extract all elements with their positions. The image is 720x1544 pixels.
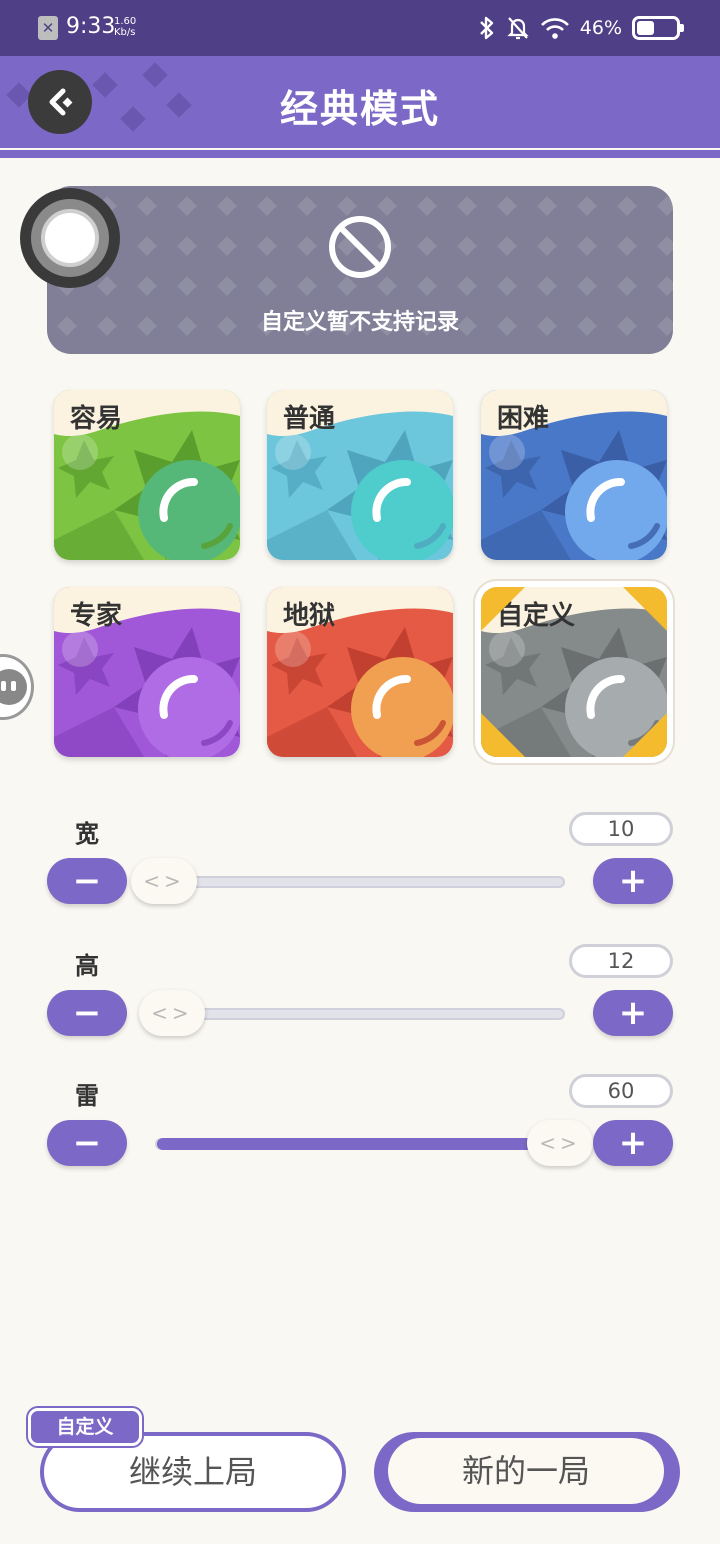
battery-icon: [632, 16, 684, 40]
difficulty-label: 普通: [283, 404, 336, 434]
bell-muted-icon: [507, 17, 529, 40]
difficulty-card-hell[interactable]: 地狱: [267, 587, 453, 757]
header-bar: 经典模式: [0, 56, 720, 148]
mines-slider-thumb[interactable]: <>: [527, 1120, 593, 1166]
height-slider-row: 高 12 − <> +: [47, 944, 673, 1056]
height-value: 12: [569, 944, 673, 978]
header-divider: [0, 150, 720, 158]
status-bar: ✕ 9:33 1.60 Kb/s 46%: [0, 0, 720, 56]
bluetooth-icon: [479, 16, 493, 40]
selected-corner-marker: [481, 707, 531, 757]
floating-assistive-ball[interactable]: [20, 188, 120, 288]
network-speed-value: 1.60: [114, 16, 137, 27]
width-slider-row: 宽 10 − <> +: [47, 812, 673, 924]
mines-increase-button[interactable]: +: [593, 1120, 673, 1166]
mines-label: 雷: [75, 1082, 99, 1110]
mines-slider-fill: [157, 1138, 562, 1150]
record-notice: 自定义暂不支持记录: [47, 186, 673, 354]
assistant-face-icon: [0, 669, 27, 705]
mines-decrease-button[interactable]: −: [47, 1120, 127, 1166]
floating-ball-core: [41, 209, 99, 267]
mines-value: 60: [569, 1074, 673, 1108]
status-icons: 46%: [478, 12, 684, 44]
selected-corner-marker: [481, 587, 531, 637]
app-notification-icon: ✕: [38, 16, 58, 40]
difficulty-card-normal[interactable]: 普通: [267, 390, 453, 560]
width-label: 宽: [75, 820, 99, 848]
difficulty-label: 困难: [497, 404, 550, 434]
new-game-button[interactable]: 新的一局: [374, 1432, 680, 1512]
difficulty-card-expert[interactable]: 专家: [54, 587, 240, 757]
difficulty-label: 专家: [70, 601, 123, 631]
width-slider-thumb[interactable]: <>: [131, 858, 197, 904]
mines-slider-row: 雷 60 − <> +: [47, 1074, 673, 1186]
height-slider-thumb[interactable]: <>: [138, 990, 205, 1036]
selected-corner-marker: [617, 587, 667, 637]
difficulty-label: 地狱: [283, 601, 336, 631]
status-time: 9:33: [66, 14, 116, 39]
width-value: 10: [569, 812, 673, 846]
selected-corner-marker: [617, 707, 667, 757]
page-title: 经典模式: [279, 87, 440, 131]
height-decrease-button[interactable]: −: [47, 990, 127, 1036]
new-game-label: 新的一局: [388, 1438, 664, 1504]
width-decrease-button[interactable]: −: [47, 858, 127, 904]
difficulty-card-easy[interactable]: 容易: [54, 390, 240, 560]
battery-fill: [637, 21, 654, 35]
notice-text: 自定义暂不支持记录: [260, 310, 459, 335]
side-assistant-handle[interactable]: [0, 654, 34, 720]
network-speed-unit: Kb/s: [114, 27, 136, 38]
width-increase-button[interactable]: +: [593, 858, 673, 904]
no-record-icon: [329, 216, 391, 278]
network-speed: 1.60 Kb/s: [114, 16, 136, 38]
difficulty-card-custom[interactable]: 自定义: [481, 587, 667, 757]
current-mode-tag: 自定义: [28, 1408, 142, 1446]
mines-slider-track[interactable]: [155, 1138, 565, 1150]
battery-percent: 46%: [579, 17, 622, 39]
width-slider-track[interactable]: [155, 876, 565, 888]
wifi-icon: [540, 18, 569, 39]
difficulty-card-hard[interactable]: 困难: [481, 390, 667, 560]
difficulty-label: 容易: [70, 404, 123, 434]
height-label: 高: [75, 952, 99, 980]
height-increase-button[interactable]: +: [593, 990, 673, 1036]
height-slider-track[interactable]: [155, 1008, 565, 1020]
